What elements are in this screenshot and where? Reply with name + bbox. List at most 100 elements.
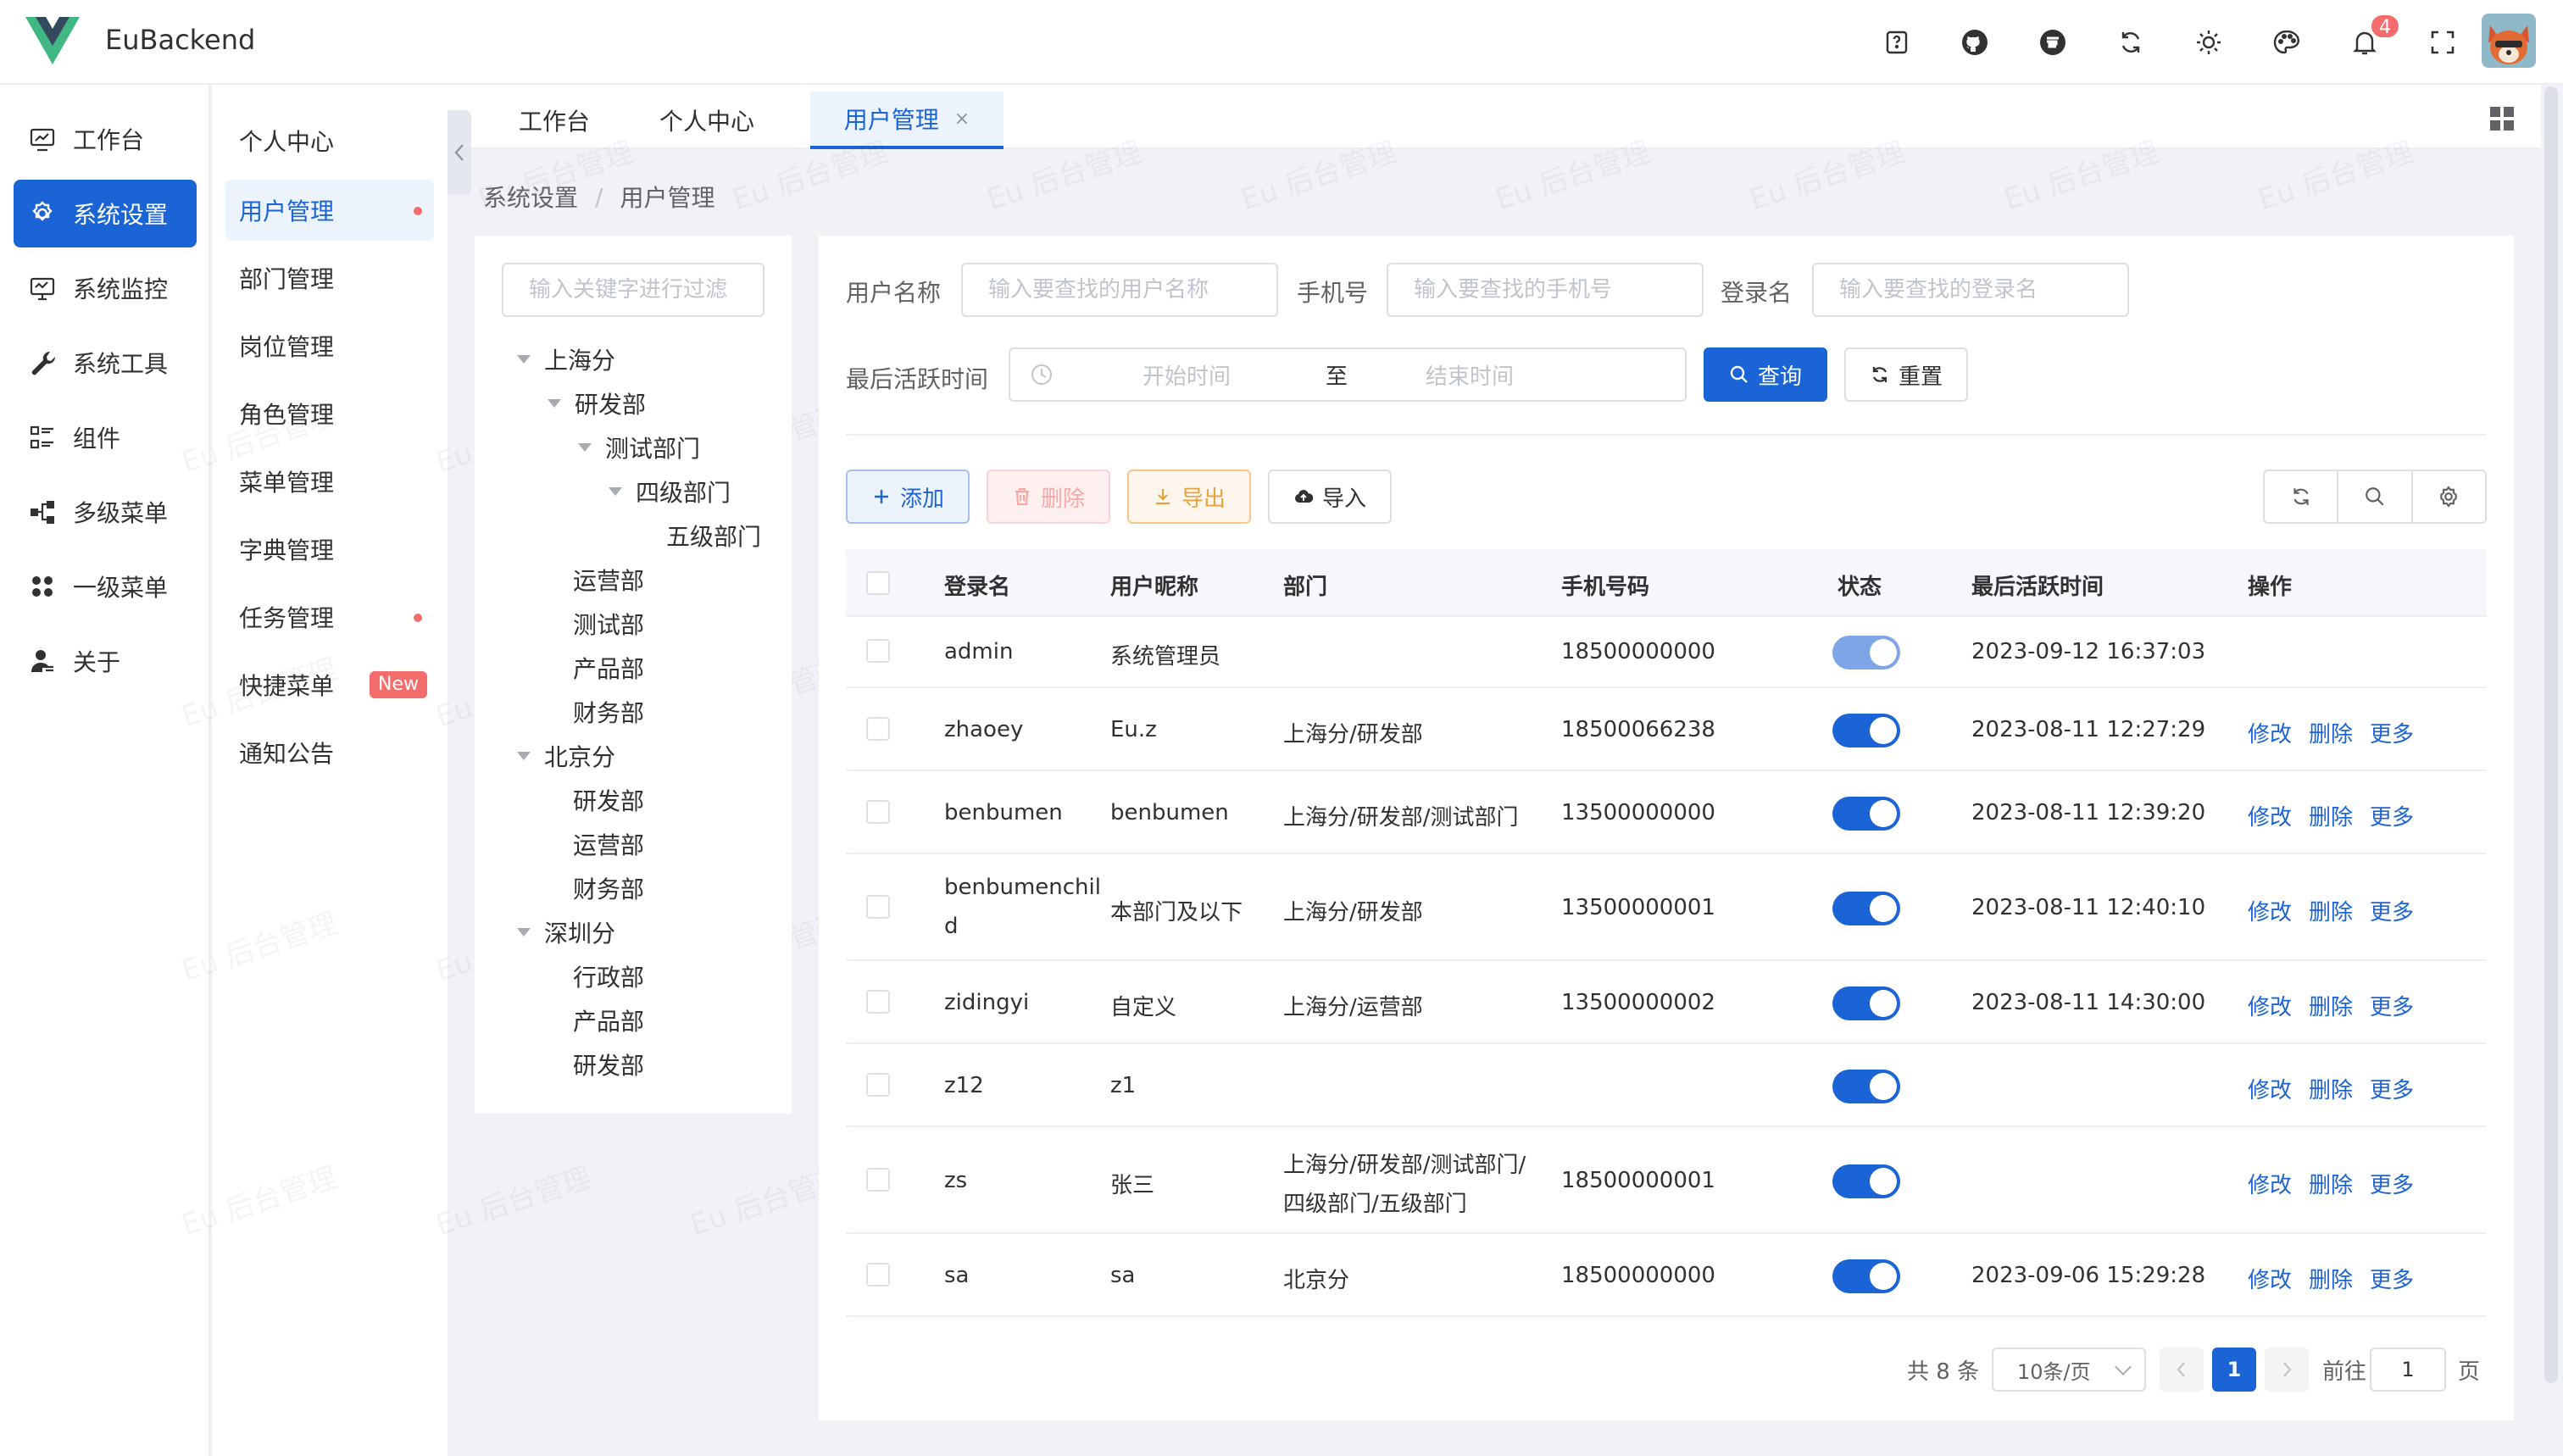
more-link[interactable]: 更多 — [2370, 1073, 2414, 1104]
reset-button[interactable]: 重置 — [1844, 347, 1968, 402]
query-button[interactable]: 查询 — [1704, 347, 1827, 402]
more-link[interactable]: 更多 — [2370, 800, 2414, 831]
tree-node[interactable]: 产品部 — [573, 998, 644, 1042]
sidebar-item-system-tools[interactable]: 系统工具 — [14, 329, 197, 397]
more-link[interactable]: 更多 — [2370, 895, 2414, 926]
gitee-icon[interactable] — [2014, 0, 2092, 85]
row-checkbox[interactable] — [866, 895, 890, 919]
submenu-item-dict-management[interactable]: 字典管理 — [225, 519, 434, 580]
breadcrumb-item[interactable]: 系统设置 — [483, 180, 578, 214]
tree-node[interactable]: 五级部门 — [666, 514, 761, 558]
export-button[interactable]: 导出 — [1127, 470, 1251, 524]
tree-node[interactable]: 研发部 — [548, 381, 646, 425]
expand-arrow-icon[interactable] — [517, 928, 531, 936]
submenu-item-profile[interactable]: 个人中心 — [225, 110, 434, 171]
tree-node[interactable]: 财务部 — [573, 690, 644, 734]
page-size-select[interactable]: 10条/页 — [1992, 1348, 2146, 1392]
submenu-item-user-management[interactable]: 用户管理 — [225, 180, 434, 241]
submenu-item-menu-management[interactable]: 菜单管理 — [225, 451, 434, 512]
submenu-item-dept-management[interactable]: 部门管理 — [225, 247, 434, 308]
submenu-item-quick-menu[interactable]: 快捷菜单 New — [225, 654, 434, 715]
next-page-button[interactable] — [2265, 1348, 2309, 1392]
tab-profile[interactable]: 个人中心 — [639, 92, 775, 149]
sidebar-item-components[interactable]: 组件 — [14, 403, 197, 471]
status-switch[interactable] — [1832, 892, 1900, 925]
refresh-table-button[interactable] — [2265, 471, 2339, 522]
more-link[interactable]: 更多 — [2370, 990, 2414, 1021]
sun-icon[interactable] — [2170, 0, 2248, 85]
submenu-item-role-management[interactable]: 角色管理 — [225, 383, 434, 444]
sidebar-item-workbench[interactable]: 工作台 — [14, 105, 197, 173]
edit-link[interactable]: 修改 — [2248, 895, 2292, 926]
username-input[interactable] — [961, 263, 1278, 317]
select-all-checkbox[interactable] — [866, 571, 890, 595]
delete-link[interactable]: 删除 — [2309, 1263, 2353, 1294]
tree-node[interactable]: 测试部门 — [578, 425, 700, 470]
expand-arrow-icon[interactable] — [609, 487, 622, 496]
delete-link[interactable]: 删除 — [2309, 1073, 2353, 1104]
sidebar-item-system-monitor[interactable]: 系统监控 — [14, 254, 197, 322]
tree-node[interactable]: 财务部 — [573, 866, 644, 910]
submenu-item-task-management[interactable]: 任务管理 — [225, 586, 434, 647]
tree-node[interactable]: 测试部 — [573, 602, 644, 646]
page-number-button[interactable]: 1 — [2212, 1348, 2256, 1392]
tree-node[interactable]: 四级部门 — [609, 470, 731, 514]
row-checkbox[interactable] — [866, 1073, 890, 1097]
tree-node[interactable]: 上海分 — [517, 337, 615, 381]
page-scrollbar[interactable] — [2544, 86, 2558, 1383]
refresh-icon[interactable] — [2092, 0, 2170, 85]
delete-link[interactable]: 删除 — [2309, 800, 2353, 831]
row-checkbox[interactable] — [866, 990, 890, 1014]
end-time-placeholder[interactable]: 结束时间 — [1426, 359, 1514, 391]
tree-node[interactable]: 产品部 — [573, 646, 644, 690]
toggle-search-button[interactable] — [2338, 471, 2413, 522]
edit-link[interactable]: 修改 — [2248, 990, 2292, 1021]
goto-page-input[interactable] — [2370, 1348, 2446, 1392]
sidebar-item-system-settings[interactable]: 系统设置 — [14, 180, 197, 247]
palette-icon[interactable] — [2248, 0, 2326, 85]
tree-node[interactable]: 行政部 — [573, 954, 644, 998]
more-link[interactable]: 更多 — [2370, 1263, 2414, 1294]
expand-arrow-icon[interactable] — [517, 355, 531, 364]
tab-workbench[interactable]: 工作台 — [495, 92, 614, 149]
tab-user-management[interactable]: 用户管理 × — [810, 92, 1004, 149]
phone-input[interactable] — [1387, 263, 1704, 317]
tree-node[interactable]: 研发部 — [573, 1042, 644, 1086]
edit-link[interactable]: 修改 — [2248, 1073, 2292, 1104]
expand-arrow-icon[interactable] — [578, 443, 592, 452]
edit-link[interactable]: 修改 — [2248, 1263, 2292, 1294]
bell-icon[interactable]: 4 — [2326, 0, 2404, 85]
collapse-sidebar-button[interactable] — [448, 110, 471, 195]
row-checkbox[interactable] — [866, 717, 890, 741]
delete-link[interactable]: 删除 — [2309, 895, 2353, 926]
sidebar-item-about[interactable]: 关于 — [14, 627, 197, 695]
delete-button[interactable]: 删除 — [987, 470, 1110, 524]
row-checkbox[interactable] — [866, 800, 890, 824]
fullscreen-icon[interactable] — [2404, 0, 2482, 85]
submenu-item-notice[interactable]: 通知公告 — [225, 722, 434, 783]
status-switch[interactable] — [1832, 1259, 1900, 1293]
row-checkbox[interactable] — [866, 639, 890, 663]
status-switch[interactable] — [1832, 1164, 1900, 1198]
help-icon[interactable] — [1858, 0, 1936, 85]
login-name-input[interactable] — [1812, 263, 2129, 317]
github-icon[interactable] — [1936, 0, 2014, 85]
sidebar-item-first-level-menu[interactable]: 一级菜单 — [14, 553, 197, 620]
edit-link[interactable]: 修改 — [2248, 1168, 2292, 1199]
delete-link[interactable]: 删除 — [2309, 1168, 2353, 1199]
status-switch[interactable] — [1832, 1070, 1900, 1103]
avatar[interactable] — [2482, 14, 2536, 68]
delete-link[interactable]: 删除 — [2309, 990, 2353, 1021]
tree-node[interactable]: 深圳分 — [517, 910, 615, 954]
sidebar-item-multilevel-menu[interactable]: 多级菜单 — [14, 478, 197, 546]
edit-link[interactable]: 修改 — [2248, 800, 2292, 831]
tree-node[interactable]: 北京分 — [517, 734, 615, 778]
delete-link[interactable]: 删除 — [2309, 717, 2353, 748]
status-switch[interactable] — [1832, 714, 1900, 747]
add-button[interactable]: 添加 — [846, 470, 970, 524]
prev-page-button[interactable] — [2160, 1348, 2204, 1392]
start-time-placeholder[interactable]: 开始时间 — [1143, 359, 1231, 391]
tree-filter-input[interactable] — [502, 263, 764, 317]
edit-link[interactable]: 修改 — [2248, 717, 2292, 748]
import-button[interactable]: 导入 — [1268, 470, 1392, 524]
